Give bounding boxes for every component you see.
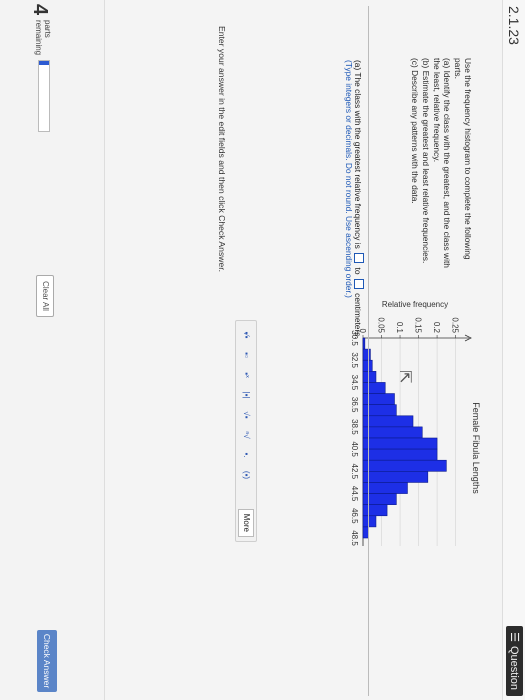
x-tick-label: 44.5 <box>350 486 359 502</box>
parts-remaining-count: 4 <box>29 4 51 16</box>
histogram-bar <box>362 459 447 472</box>
upper-bound-input[interactable] <box>354 278 364 289</box>
nth-root-icon[interactable]: ⁿ√ <box>239 427 253 443</box>
histogram-bar <box>362 371 377 383</box>
clear-all-button[interactable]: Clear All <box>36 275 54 317</box>
histogram-bar <box>362 348 371 361</box>
histogram-bar <box>362 504 388 517</box>
check-answer-button[interactable]: Check Answer <box>37 630 57 692</box>
top-bar: 2.1.23 ☰ Question <box>502 0 525 700</box>
absolute-value-icon[interactable]: |▪| <box>239 387 253 403</box>
lower-bound-input[interactable] <box>354 253 364 264</box>
instruction-c: (c) Describe any patterns with the data. <box>410 58 420 204</box>
fraction-icon[interactable]: ▪⁄▪ <box>239 327 253 343</box>
footer-instruction: Enter your answer in the edit fields and… <box>217 26 227 273</box>
instructions-intro: Use the frequency histogram to complete … <box>453 58 473 260</box>
progress-bar <box>38 60 50 132</box>
parentheses-icon[interactable]: (▪) <box>239 467 253 483</box>
x-tick-label: 42.5 <box>350 464 359 480</box>
x-tick-label: 46.5 <box>350 508 359 524</box>
chart-title: Female Fibula Lengths <box>471 402 481 494</box>
x-tick-label: 38.5 <box>350 419 359 435</box>
footer-bar: 4 parts remaining Clear All Check Answer <box>0 0 105 700</box>
list-icon: ☰ <box>508 632 520 642</box>
answer-hint: (Type integers or decimals. Do not round… <box>344 60 354 298</box>
histogram-bar <box>362 471 429 483</box>
y-tick-label: 0.1 <box>395 322 404 334</box>
parts-remaining-label: parts remaining <box>34 20 52 55</box>
parts-label-line-2: remaining <box>34 20 43 56</box>
mouse-pointer-icon: ⇱ <box>396 370 413 384</box>
parts-label-line-1: parts <box>43 20 52 38</box>
histogram-bar <box>362 382 386 394</box>
square-root-icon[interactable]: √▪ <box>239 407 253 423</box>
histogram-bar <box>362 448 438 461</box>
y-tick-label: 0.2 <box>432 322 441 334</box>
instruction-b: (b) Estimate the greatest and least rela… <box>421 58 431 264</box>
histogram-bar <box>362 515 377 528</box>
decimal-point-icon[interactable]: ▪. <box>239 447 253 463</box>
bars <box>362 337 447 539</box>
answer-prefix: (a) The class with the greatest relative… <box>353 60 363 249</box>
answer-prompt: (a) The class with the greatest relative… <box>353 60 364 380</box>
more-button[interactable]: More <box>238 508 254 537</box>
y-tick-label: 0.15 <box>414 317 423 333</box>
instruction-a: (a) Identify the class with the greatest… <box>432 58 452 268</box>
instructions: Use the frequency histogram to complete … <box>409 58 473 268</box>
y-axis-title: Relative frequency <box>382 300 448 309</box>
progress-fill <box>39 61 49 65</box>
question-menu-label: Question <box>508 645 520 690</box>
x-tick-label: 48.5 <box>350 530 359 546</box>
histogram-chart: Female Fibula Lengths 0 0.05 0.1 0.15 0.2 0.2… <box>350 300 481 546</box>
mixed-number-icon[interactable]: ▪▫ <box>239 347 253 363</box>
histogram-bar <box>362 426 423 439</box>
y-tick-label: 0.05 <box>377 317 386 333</box>
y-tick-label: 0.25 <box>451 317 460 333</box>
answer-connector: to <box>353 267 363 275</box>
math-toolbar: ▪⁄▪ ▪▫ ▪ˣ |▪| √▪ ⁿ√ ▪. (▪) More <box>235 320 257 542</box>
histogram-bar <box>362 482 408 494</box>
section-number: 2.1.23 <box>506 6 522 45</box>
x-tick-label: 36.5 <box>350 397 359 413</box>
histogram-bar <box>362 415 414 428</box>
screenshot-frame: 2.1.23 ☰ Question Use the frequency histo… <box>0 0 525 700</box>
x-tick-label: 40.5 <box>350 441 359 457</box>
section-divider <box>368 6 369 696</box>
question-menu-button[interactable]: ☰ Question <box>506 626 523 696</box>
exponent-icon[interactable]: ▪ˣ <box>239 367 253 383</box>
answer-suffix: centimeters. <box>353 293 363 339</box>
histogram-bar <box>362 437 438 450</box>
